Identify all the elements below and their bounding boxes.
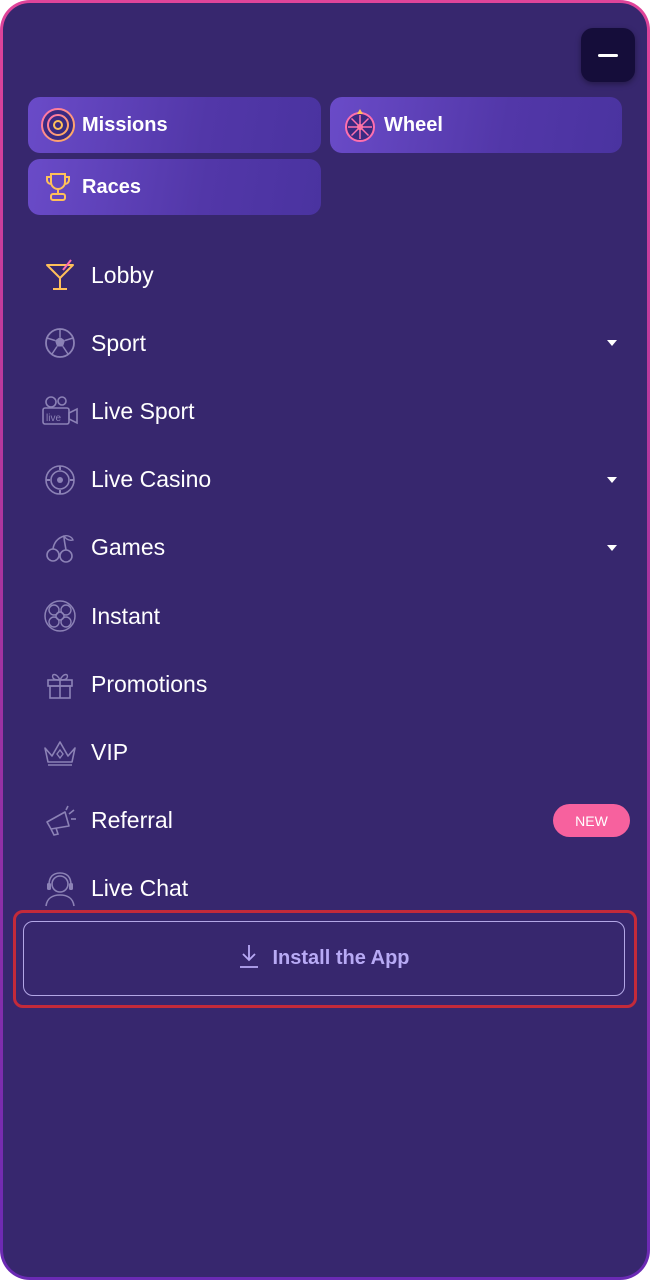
races-button[interactable]: Races	[28, 159, 321, 215]
nav-item-referral[interactable]: Referral NEW	[3, 787, 647, 855]
races-label: Races	[82, 175, 141, 198]
cherries-icon	[40, 528, 80, 568]
missions-button[interactable]: Missions	[28, 97, 321, 153]
wheel-label: Wheel	[384, 113, 443, 136]
new-badge: NEW	[553, 804, 630, 838]
soccer-ball-icon	[40, 323, 80, 363]
install-app-label: Install the App	[272, 947, 410, 969]
nav-label-promotions: Promotions	[91, 670, 208, 697]
gift-icon	[40, 664, 80, 704]
nav-item-sport[interactable]: Sport	[3, 309, 647, 377]
side-menu-panel: Missions Wheel Races Lobby Sport live Li…	[3, 3, 647, 1277]
crown-icon	[40, 732, 80, 772]
trophy-icon	[40, 169, 76, 205]
nav-item-vip[interactable]: VIP	[3, 718, 647, 786]
chevron-down-icon[interactable]	[607, 544, 617, 551]
minus-icon	[598, 53, 618, 57]
nav-label-lobby: Lobby	[91, 261, 154, 288]
nav-label-sport: Sport	[91, 329, 146, 356]
main-nav: Lobby Sport live Live Sport Live Casino …	[3, 241, 647, 923]
target-icon	[40, 107, 76, 143]
wheel-button[interactable]: Wheel	[330, 97, 622, 153]
nav-label-vip: VIP	[91, 738, 129, 765]
nav-label-games: Games	[91, 534, 166, 561]
live-camera-icon: live	[40, 391, 80, 431]
nav-label-live-casino: Live Casino	[91, 466, 212, 493]
nav-label-live-sport: Live Sport	[91, 397, 195, 424]
cocktail-icon	[40, 255, 80, 295]
install-app-button[interactable]: Install the App	[23, 921, 625, 996]
casino-chip-icon	[40, 460, 80, 500]
nav-item-live-casino[interactable]: Live Casino	[3, 446, 647, 514]
headset-agent-icon	[40, 869, 80, 909]
svg-text:live: live	[46, 413, 61, 424]
collapse-menu-button[interactable]	[581, 28, 635, 82]
megaphone-icon	[40, 801, 80, 841]
chevron-down-icon[interactable]	[607, 476, 617, 483]
nav-item-lobby[interactable]: Lobby	[3, 241, 647, 309]
missions-label: Missions	[82, 113, 168, 136]
nav-item-live-sport[interactable]: live Live Sport	[3, 377, 647, 445]
nav-item-games[interactable]: Games	[3, 514, 647, 582]
lottery-balls-icon	[40, 596, 80, 636]
nav-label-live-chat: Live Chat	[91, 875, 189, 902]
side-menu-frame: Missions Wheel Races Lobby Sport live Li…	[0, 0, 650, 1280]
nav-label-instant: Instant	[91, 602, 161, 629]
chevron-down-icon[interactable]	[607, 340, 617, 347]
fortune-wheel-icon	[342, 107, 378, 143]
nav-item-instant[interactable]: Instant	[3, 582, 647, 650]
nav-item-promotions[interactable]: Promotions	[3, 650, 647, 718]
nav-label-referral: Referral	[91, 807, 173, 834]
download-icon	[238, 943, 260, 974]
